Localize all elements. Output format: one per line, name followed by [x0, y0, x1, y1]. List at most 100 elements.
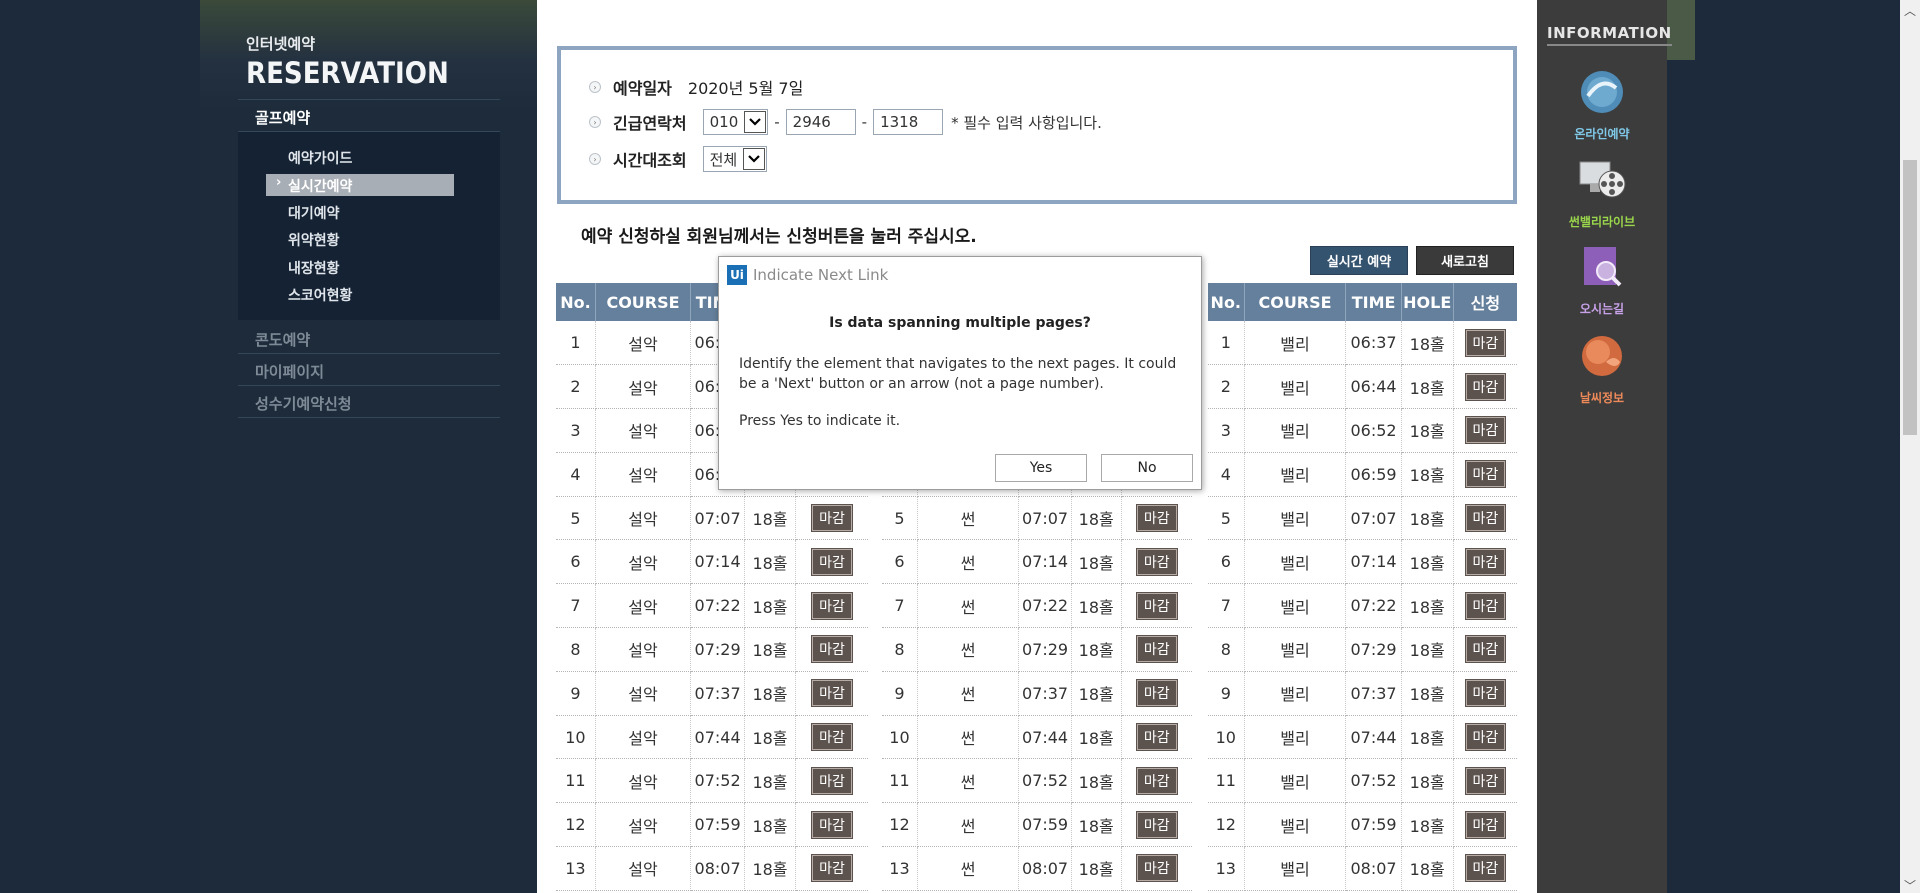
- online-reservation-link[interactable]: 온라인예약: [1537, 68, 1667, 142]
- sunvalley-live-link[interactable]: 썬밸리라이브: [1537, 156, 1667, 230]
- menu-condo[interactable]: 콘도예약: [238, 322, 500, 354]
- apply-cell: 마감: [1121, 715, 1192, 760]
- refresh-button[interactable]: 새로고침: [1416, 246, 1514, 275]
- closed-status-button[interactable]: 마감: [1135, 766, 1178, 795]
- page-scrollbar[interactable]: ︿ ﹀: [1900, 0, 1920, 893]
- course-name: 설악: [595, 539, 692, 585]
- course-name: 밸리: [1244, 715, 1347, 760]
- closed-status-button[interactable]: 마감: [811, 679, 853, 708]
- closed-status-button[interactable]: 마감: [811, 547, 853, 576]
- phone-prefix-select[interactable]: 010: [702, 109, 769, 135]
- closed-status-button[interactable]: 마감: [1135, 723, 1178, 752]
- course-name: 설악: [595, 802, 692, 848]
- realtime-reservation-button[interactable]: 실시간 예약: [1310, 246, 1408, 275]
- closed-status-button[interactable]: 마감: [1135, 679, 1178, 708]
- table-row: 9 밸리 07:37 18홀 마감: [1208, 671, 1517, 716]
- closed-status-button[interactable]: 마감: [1464, 460, 1507, 489]
- scroll-down-icon[interactable]: ﹀: [1903, 877, 1917, 893]
- no-button[interactable]: No: [1101, 454, 1193, 482]
- row-number: 7: [882, 583, 918, 629]
- table-row: 11 밸리 07:52 18홀 마감: [1208, 758, 1517, 804]
- tee-time: 06:44: [1345, 364, 1402, 410]
- submenu-realtime-active[interactable]: 실시간예약: [266, 174, 454, 196]
- submenu-penalty[interactable]: 위약현황: [288, 230, 340, 250]
- phone-middle-input[interactable]: 2946: [785, 109, 856, 135]
- course-name: 설악: [595, 364, 692, 410]
- closed-status-button[interactable]: 마감: [1464, 328, 1507, 357]
- table-row: 13 밸리 08:07 18홀 마감: [1208, 846, 1517, 891]
- menu-peak-season[interactable]: 성수기예약신청: [238, 386, 500, 418]
- closed-status-button[interactable]: 마감: [1135, 635, 1178, 664]
- phone-dash: -: [774, 113, 780, 131]
- closed-status-button[interactable]: 마감: [1135, 504, 1178, 533]
- closed-status-button[interactable]: 마감: [811, 766, 853, 795]
- hole-count: 18홀: [1071, 715, 1122, 760]
- course-name: 밸리: [1244, 539, 1347, 585]
- phone-last-input[interactable]: 1318: [873, 109, 944, 135]
- row-number: 11: [1208, 758, 1245, 804]
- closed-status-button[interactable]: 마감: [1464, 766, 1507, 795]
- closed-status-button[interactable]: 마감: [811, 854, 853, 883]
- row-number: 5: [556, 496, 596, 541]
- phone-dash: -: [861, 113, 868, 131]
- yes-button[interactable]: Yes: [995, 454, 1087, 482]
- course-name: 설악: [595, 408, 692, 453]
- row-number: 8: [556, 627, 596, 672]
- submenu-attendance[interactable]: 내장현황: [288, 258, 340, 278]
- closed-status-button[interactable]: 마감: [1135, 854, 1178, 883]
- scroll-up-icon[interactable]: ︿: [1903, 2, 1917, 18]
- menu-golf-reservation[interactable]: 골프예약: [238, 99, 500, 132]
- closed-status-button[interactable]: 마감: [811, 504, 853, 533]
- closed-status-button[interactable]: 마감: [811, 635, 853, 664]
- row-number: 9: [556, 671, 596, 716]
- closed-status-button[interactable]: 마감: [1135, 547, 1178, 576]
- closed-status-button[interactable]: 마감: [1464, 504, 1507, 533]
- time-filter-select[interactable]: 전체: [702, 146, 768, 172]
- chevron-down-icon[interactable]: [743, 148, 766, 170]
- menu-mypage[interactable]: 마이페이지: [238, 354, 500, 386]
- weather-link[interactable]: 날씨정보: [1537, 332, 1667, 406]
- closed-status-button[interactable]: 마감: [1464, 854, 1507, 883]
- apply-cell: 마감: [795, 671, 868, 716]
- closed-status-button[interactable]: 마감: [1464, 635, 1507, 664]
- closed-status-button[interactable]: 마감: [1464, 810, 1507, 839]
- row-number: 2: [556, 364, 596, 410]
- closed-status-button[interactable]: 마감: [811, 810, 853, 839]
- hole-count: 18홀: [1401, 627, 1454, 672]
- apply-cell: 마감: [1121, 627, 1192, 672]
- bullet-icon: ›: [589, 153, 601, 165]
- submenu-score[interactable]: 스코어현황: [288, 285, 352, 305]
- course-name: 밸리: [1244, 758, 1347, 804]
- closed-status-button[interactable]: 마감: [1464, 591, 1507, 620]
- apply-cell: 마감: [1453, 802, 1517, 848]
- apply-cell: 마감: [1453, 364, 1517, 410]
- submenu-waiting[interactable]: 대기예약: [288, 203, 340, 223]
- closed-status-button[interactable]: 마감: [811, 723, 853, 752]
- closed-status-button[interactable]: 마감: [1464, 547, 1507, 576]
- scroll-thumb[interactable]: [1903, 160, 1917, 435]
- chevron-down-icon[interactable]: [744, 111, 767, 133]
- row-number: 3: [1208, 408, 1245, 453]
- apply-cell: 마감: [795, 802, 868, 848]
- course-name: 밸리: [1244, 846, 1347, 891]
- table-row: 11 설악 07:52 18홀 마감: [556, 758, 868, 804]
- apply-cell: 마감: [1453, 496, 1517, 541]
- table-header-row: No.COURSETIMEHOLE신청: [1208, 283, 1517, 321]
- closed-status-button[interactable]: 마감: [1464, 679, 1507, 708]
- closed-status-button[interactable]: 마감: [1135, 591, 1178, 620]
- closed-status-button[interactable]: 마감: [1135, 810, 1178, 839]
- brand-subtitle: 인터넷예약: [246, 35, 316, 53]
- course-name: 밸리: [1244, 802, 1347, 848]
- tee-time: 07:52: [690, 758, 746, 804]
- table-row: 3 밸리 06:52 18홀 마감: [1208, 408, 1517, 453]
- submenu-guide[interactable]: 예약가이드: [288, 148, 352, 168]
- directions-link[interactable]: 오시는길: [1537, 243, 1667, 317]
- closed-status-button[interactable]: 마감: [1464, 723, 1507, 752]
- info-sidebar: INFORMATION 온라인예약 썬밸리라이브 오시는길 날씨정보: [1537, 0, 1695, 893]
- table-row: 5 설악 07:07 18홀 마감: [556, 496, 868, 541]
- tee-time: 07:14: [1018, 539, 1072, 585]
- course-name: 썬: [917, 627, 1020, 672]
- closed-status-button[interactable]: 마감: [1464, 372, 1507, 401]
- closed-status-button[interactable]: 마감: [811, 591, 853, 620]
- closed-status-button[interactable]: 마감: [1464, 416, 1507, 445]
